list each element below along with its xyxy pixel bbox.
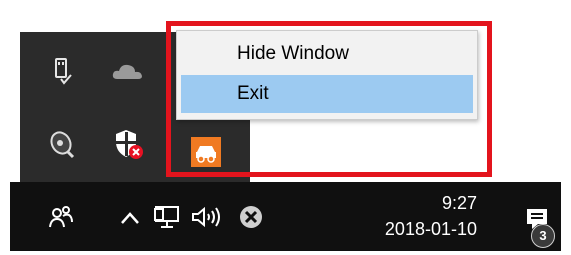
onedrive-cloud-icon[interactable]: [106, 50, 150, 94]
app-orange-car-icon[interactable]: [184, 130, 228, 174]
taskbar: 9:27 2018-01-10 3: [10, 182, 561, 251]
clock-date: 2018-01-10: [384, 219, 477, 239]
menu-item-hide-window[interactable]: Hide Window: [181, 35, 473, 73]
clock-time: 9:27: [441, 193, 477, 213]
chevron-up-icon[interactable]: [118, 206, 142, 230]
menu-item-exit[interactable]: Exit: [181, 75, 473, 113]
network-icon[interactable]: [152, 202, 182, 232]
close-circle-icon[interactable]: [236, 202, 266, 232]
people-icon[interactable]: [46, 202, 76, 232]
taskbar-clock[interactable]: 9:27 2018-01-10: [385, 190, 477, 242]
volume-icon[interactable]: [188, 202, 224, 232]
usb-safe-remove-icon[interactable]: [40, 50, 84, 94]
notification-count-badge: 3: [531, 224, 555, 248]
security-shield-warning-icon[interactable]: [106, 122, 150, 166]
tray-context-menu: Hide Window Exit: [176, 30, 478, 120]
speaker-sound-icon[interactable]: [40, 122, 84, 166]
